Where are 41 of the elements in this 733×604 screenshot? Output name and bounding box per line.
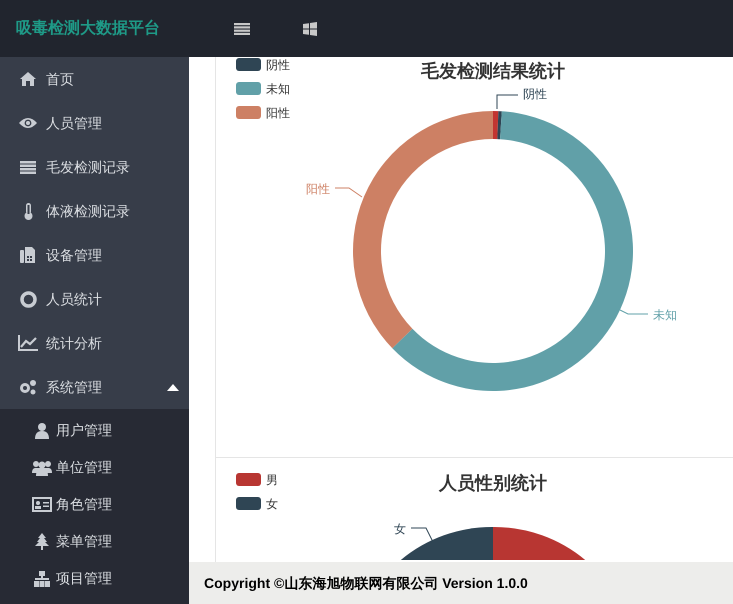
slice-label: 阳性 bbox=[306, 182, 330, 196]
legend-label[interactable]: 阳性 bbox=[266, 106, 290, 120]
slice-label: 阴性 bbox=[523, 87, 547, 101]
sidebar-item[interactable]: 人员统计 bbox=[0, 277, 189, 321]
sidebar-item[interactable]: 首页 bbox=[0, 57, 189, 101]
slice-label: 女 bbox=[394, 522, 406, 536]
users-icon bbox=[31, 460, 53, 476]
submenu-item[interactable]: 用户管理 bbox=[0, 412, 189, 449]
legend-swatch[interactable] bbox=[236, 106, 261, 119]
sidebar-item[interactable]: 系统管理 bbox=[0, 365, 189, 409]
eye-icon bbox=[18, 117, 38, 129]
sidebar-item[interactable]: 统计分析 bbox=[0, 321, 189, 365]
copyright-text: Copyright ©山东海旭物联网有限公司 Version 1.0.0 bbox=[204, 574, 528, 593]
legend-swatch[interactable] bbox=[236, 473, 261, 486]
fax-icon bbox=[18, 247, 38, 263]
sidebar-item[interactable]: 毛发检测记录 bbox=[0, 145, 189, 189]
sidebar-item[interactable]: 人员管理 bbox=[0, 101, 189, 145]
legend-label[interactable]: 阴性 bbox=[266, 58, 290, 72]
submenu-item[interactable]: 项目管理 bbox=[0, 560, 189, 597]
legend-label[interactable]: 男 bbox=[266, 473, 278, 487]
lifebuoy-icon bbox=[18, 290, 38, 308]
chart-title: 人员性别统计 bbox=[439, 473, 547, 493]
submenu-item[interactable]: 菜单管理 bbox=[0, 523, 189, 560]
sidebar-item[interactable]: 设备管理 bbox=[0, 233, 189, 277]
legend-label[interactable]: 女 bbox=[266, 497, 278, 511]
legend-label[interactable]: 未知 bbox=[266, 82, 290, 96]
line-chart-icon bbox=[18, 335, 38, 351]
list-icon bbox=[18, 160, 38, 174]
submenu-item[interactable]: 单位管理 bbox=[0, 449, 189, 486]
gears-icon bbox=[18, 379, 38, 395]
sidebar-item[interactable]: 体液检测记录 bbox=[0, 189, 189, 233]
submenu-item[interactable]: 角色管理 bbox=[0, 486, 189, 523]
legend-swatch[interactable] bbox=[236, 497, 261, 510]
app-title: 吸毒检测大数据平台 bbox=[15, 18, 161, 38]
chart-title: 毛发检测结果统计 bbox=[421, 61, 565, 81]
sitemap-icon bbox=[31, 570, 53, 586]
legend-swatch[interactable] bbox=[236, 58, 261, 71]
home-icon bbox=[18, 72, 38, 86]
slice-label: 未知 bbox=[653, 308, 677, 322]
id-card-icon bbox=[31, 497, 53, 512]
legend-swatch[interactable] bbox=[236, 82, 261, 95]
